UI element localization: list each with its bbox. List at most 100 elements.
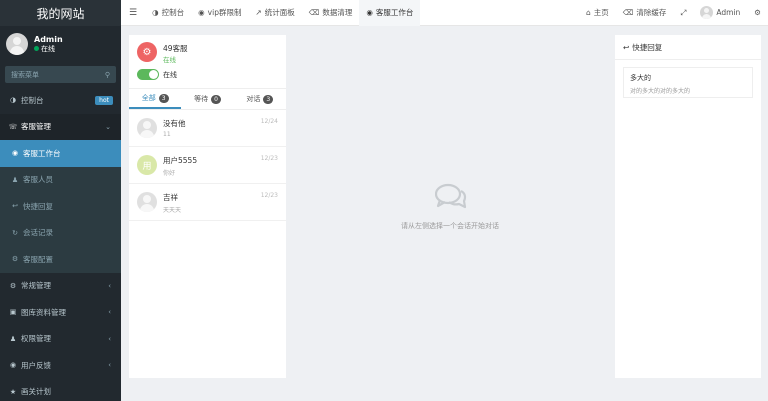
empty-state-text: 请从左侧选择一个会话开始对话: [401, 222, 499, 230]
sidebar-item-label: 客服管理: [21, 122, 51, 132]
quick-reply-panel: ↩ 快捷回复 多大的 对的多大的对的多大的: [615, 35, 761, 378]
comments-icon: ◉: [9, 361, 17, 370]
home-icon: ⌂: [585, 8, 591, 17]
tab-stats[interactable]: ↗ 统计面板: [248, 0, 301, 26]
cogs-icon: ⚙: [9, 281, 17, 290]
user-avatar: [700, 6, 714, 19]
chat-list-panel: ⚙ 49客服 在线 在线 全部 3 等待 0 对话 3 没有他 11 12/24 用 …: [129, 35, 286, 378]
chevron-left-icon: ‹: [108, 361, 111, 370]
agent-name: 49客服: [163, 44, 188, 53]
tab-label: 等待: [194, 95, 209, 103]
visitor-avatar: [137, 118, 157, 138]
sidebar-menu: ◑ 控制台 hot ☏ 客服管理 ⌄ ◉ 客服工作台 ♟ 客服人员 ↩ 快捷回复 ↻ 会话记录 …: [0, 87, 121, 401]
sidebar-item-label: 图库资料管理: [21, 307, 66, 317]
sidebar-item-cs-config[interactable]: ⚙ 客服配置: [0, 246, 121, 273]
conversation-last-message: 天天天: [163, 207, 182, 214]
conversation-last-message: 11: [163, 131, 171, 138]
quick-reply-card-desc: 对的多大的对的多大的: [630, 88, 691, 95]
conversation-time: 12/23: [260, 192, 278, 199]
chat-icon: ◉: [11, 149, 19, 158]
sidebar-item-customer-service[interactable]: ☏ 客服管理 ⌄: [0, 113, 121, 140]
topnav-right: ⌂ 主页 ⌫ 清除缓存 ⤢ Admin ⚙: [579, 0, 768, 26]
sidebar-item-label: 权限管理: [21, 334, 51, 344]
trash-icon: ⌫: [308, 8, 320, 17]
conversation-item[interactable]: 没有他 11 12/24: [129, 110, 286, 147]
conversation-name: 用户5555: [163, 156, 198, 165]
home-button[interactable]: ⌂ 主页: [579, 7, 616, 18]
user-name: Admin: [34, 34, 63, 44]
sidebar-item-label: 客服人员: [23, 175, 53, 185]
sidebar-item-feedback[interactable]: ◉ 用户反馈 ‹: [0, 352, 121, 379]
sidebar-item-session-log[interactable]: ↻ 会话记录: [0, 219, 121, 246]
conversation-last-message: 你好: [163, 170, 176, 177]
user-status-label: 在线: [41, 44, 55, 53]
sidebar-item-dashboard[interactable]: ◑ 控制台 hot: [0, 87, 121, 114]
hot-badge: hot: [95, 96, 113, 105]
count-badge: 0: [211, 94, 221, 104]
user-panel: Admin 在线: [0, 26, 121, 62]
tab-label: 全部: [141, 94, 156, 102]
clear-cache-button[interactable]: ⌫ 清除缓存: [616, 7, 674, 18]
top-navbar: ☰ ◑ 控制台 ◉ vip群限制 ↗ 统计面板 ⌫ 数据清理 ◉ 客服工作台 ⌂ 主页 ⌫ 清…: [121, 0, 768, 26]
user-menu-label: Admin: [716, 8, 741, 17]
conversation-item[interactable]: 用 用户5555 你好 12/23: [129, 147, 286, 184]
sidebar-item-permissions[interactable]: ♟ 权限管理 ‹: [0, 326, 121, 353]
sidebar-item-cs-workbench[interactable]: ◉ 客服工作台: [0, 140, 121, 167]
tab-label: 对话: [246, 95, 261, 103]
chat-bubbles-icon: [435, 183, 467, 209]
trash-icon: ⌫: [622, 8, 634, 17]
online-dot-icon: [34, 46, 39, 51]
user-menu[interactable]: Admin: [693, 6, 747, 19]
sidebar-item-general[interactable]: ⚙ 常规管理 ‹: [0, 273, 121, 300]
settings-button[interactable]: ⚙: [747, 8, 768, 17]
tab-label: vip群限制: [207, 8, 242, 17]
online-toggle[interactable]: [137, 69, 159, 80]
tab-cs-workbench[interactable]: ◉ 客服工作台: [359, 0, 421, 26]
quick-reply-header: ↩ 快捷回复: [615, 35, 761, 60]
quick-reply-card-title: 多大的: [630, 74, 651, 82]
menu-toggle-icon[interactable]: ☰: [121, 8, 145, 18]
sidebar-item-label: 用户反馈: [21, 360, 51, 370]
tab-waiting[interactable]: 等待 0: [181, 89, 233, 109]
tab-data-cleanup[interactable]: ⌫ 数据清理: [302, 0, 360, 26]
conversation-item[interactable]: 吉祥 天天天 12/23: [129, 184, 286, 221]
sidebar-item-cs-staff[interactable]: ♟ 客服人员: [0, 166, 121, 193]
agent-state: 在线: [163, 56, 176, 64]
tab-dashboard[interactable]: ◑ 控制台: [145, 0, 191, 26]
reply-icon: ↩: [623, 42, 630, 52]
agent-logo-icon: ⚙: [137, 42, 157, 62]
menu-search-placeholder: 搜索菜单: [11, 70, 39, 79]
image-icon: ▣: [9, 308, 17, 317]
fullscreen-button[interactable]: ⤢: [673, 8, 693, 18]
tab-all[interactable]: 全部 3: [129, 89, 182, 109]
count-badge: 3: [158, 93, 169, 103]
conversation-name: 没有他: [163, 119, 186, 128]
dashboard-icon: ◑: [152, 8, 159, 17]
sidebar-item-quick-reply[interactable]: ↩ 快捷回复: [0, 193, 121, 220]
tab-vip-limit[interactable]: ◉ vip群限制: [191, 0, 248, 26]
sidebar-item-plan[interactable]: ★ 画关计划: [0, 379, 121, 401]
tab-label: 数据清理: [322, 8, 353, 17]
chevron-left-icon: ‹: [108, 308, 111, 317]
headset-icon: ☏: [8, 122, 18, 131]
visitor-avatar: 用: [137, 155, 157, 175]
home-label: 主页: [593, 8, 609, 17]
user-avatar: [6, 33, 28, 55]
sidebar-item-gallery[interactable]: ▣ 图库资料管理 ‹: [0, 299, 121, 326]
search-icon: ⚲: [104, 70, 110, 79]
conversation-time: 12/23: [260, 155, 278, 162]
menu-search-input[interactable]: 搜索菜单 ⚲: [5, 66, 116, 83]
clear-cache-label: 清除缓存: [636, 8, 667, 17]
sidebar-item-label: 常规管理: [21, 281, 51, 291]
tab-chatting[interactable]: 对话 3: [234, 89, 286, 109]
history-icon: ↻: [12, 228, 18, 237]
user-status: 在线: [34, 44, 63, 54]
fullscreen-icon: ⤢: [680, 7, 687, 17]
site-brand[interactable]: 我的网站: [0, 0, 121, 26]
plan-icon: ★: [9, 387, 17, 396]
chevron-left-icon: ‹: [108, 281, 111, 290]
gears-icon: ⚙: [754, 8, 761, 17]
conversation-name: 吉祥: [163, 193, 178, 202]
quick-reply-card[interactable]: 多大的 对的多大的对的多大的: [623, 67, 753, 98]
chevron-down-icon: ⌄: [105, 122, 111, 131]
